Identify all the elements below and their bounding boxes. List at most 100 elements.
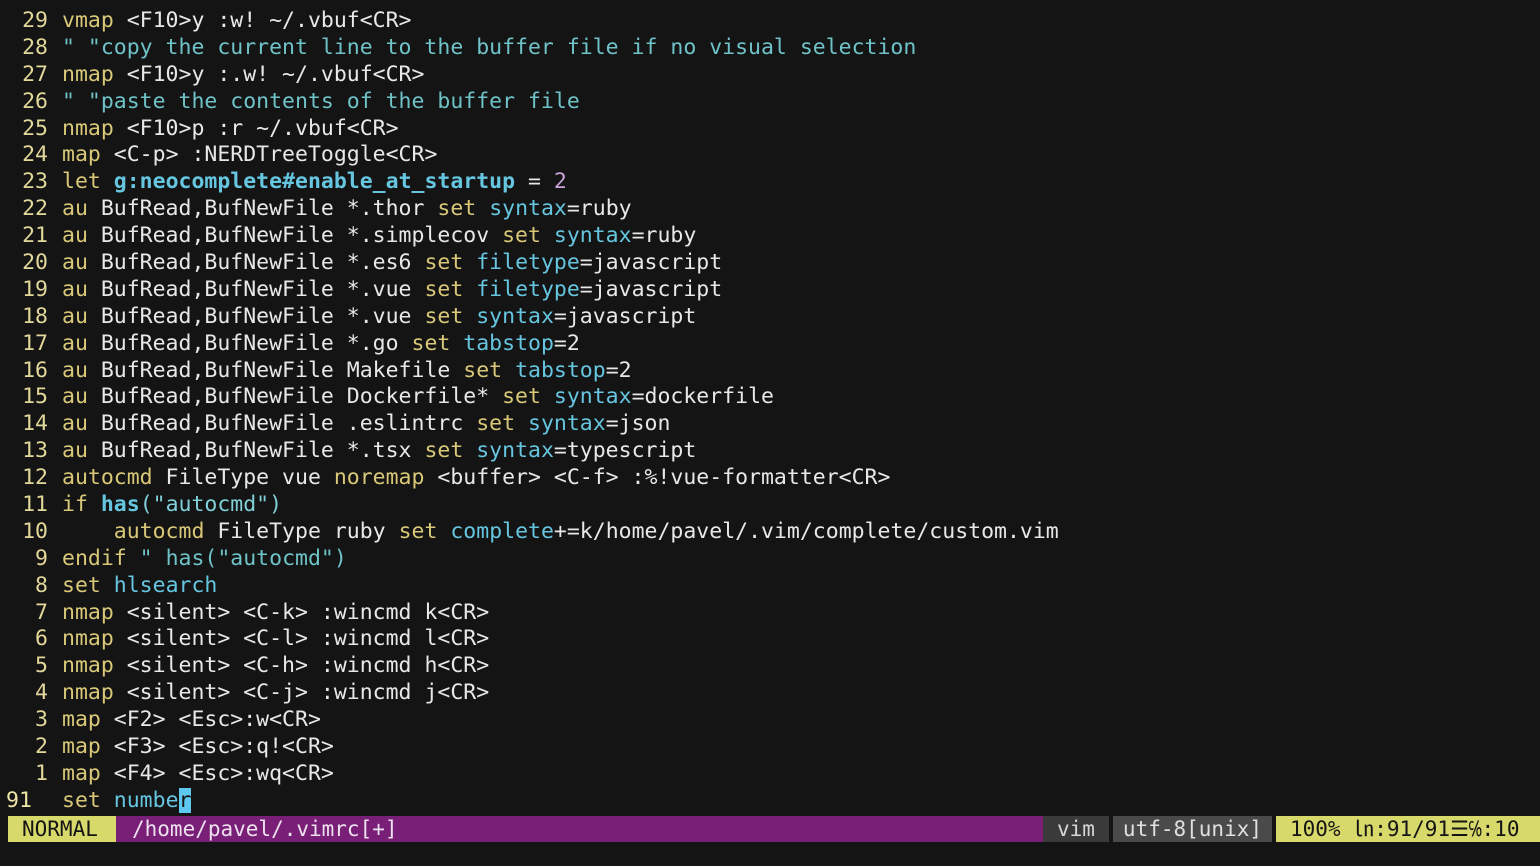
- code-token: BufRead,BufNewFile *.es6: [87, 250, 425, 276]
- code-token: au: [62, 196, 88, 222]
- code-token: set: [424, 438, 464, 464]
- code-line[interactable]: 22 au BufRead,BufNewFile *.thor set synta…: [0, 196, 1540, 223]
- code-line[interactable]: 4 nmap <silent> <C-j> :wincmd j<CR>: [0, 680, 1540, 707]
- code-line[interactable]: 18 au BufRead,BufNewFile *.vue set syntax…: [0, 304, 1540, 331]
- line-text: autocmd FileType vue noremap <buffer> <C…: [62, 465, 890, 492]
- code-line[interactable]: 3 map <F2> <Esc>:w<CR>: [0, 707, 1540, 734]
- code-line[interactable]: 7 nmap <silent> <C-k> :wincmd k<CR>: [0, 600, 1540, 627]
- code-line[interactable]: 28 " "copy the current line to the buffer…: [0, 35, 1540, 62]
- cursor-position: 100% ㏑:91/91☰℅:10: [1276, 816, 1540, 842]
- text-cursor: r: [178, 787, 192, 813]
- code-line[interactable]: 16 au BufRead,BufNewFile Makefile set tab…: [0, 358, 1540, 385]
- code-token: <silent> <C-k> :wincmd k<CR>: [113, 599, 490, 625]
- line-text: set number: [62, 787, 192, 815]
- code-line[interactable]: 19 au BufRead,BufNewFile *.vue set filety…: [0, 277, 1540, 304]
- line-number: 12: [22, 465, 48, 491]
- code-token: <F10>y :w! ~/.vbuf<CR>: [113, 8, 412, 33]
- line-number: 8: [35, 572, 48, 598]
- code-token: " "copy the current line to the buffer f…: [62, 34, 917, 60]
- code-token: complete: [450, 518, 554, 544]
- code-token: syntax: [489, 196, 567, 222]
- code-line[interactable]: 27 nmap <F10>y :.w! ~/.vbuf<CR>: [0, 62, 1540, 89]
- code-token: set: [463, 357, 503, 383]
- line-text: map <C-p> :NERDTreeToggle<CR>: [62, 142, 437, 169]
- code-line[interactable]: 24 map <C-p> :NERDTreeToggle<CR>: [0, 142, 1540, 169]
- code-line[interactable]: 17 au BufRead,BufNewFile *.go set tabstop…: [0, 331, 1540, 358]
- code-token: <silent> <C-l> :wincmd l<CR>: [113, 626, 490, 652]
- code-line[interactable]: 11 if has("autocmd"): [0, 492, 1540, 519]
- line-number: 4: [35, 680, 48, 706]
- line-number: 2: [35, 734, 48, 760]
- code-line[interactable]: 15 au BufRead,BufNewFile Dockerfile* set …: [0, 384, 1540, 411]
- code-token: map: [62, 707, 101, 733]
- code-token: set: [424, 276, 464, 302]
- code-token: vmap: [62, 8, 114, 33]
- code-token: set: [411, 330, 451, 356]
- code-token: <F10>y :.w! ~/.vbuf<CR>: [113, 61, 425, 87]
- code-token: set: [424, 303, 464, 329]
- encoding-indicator: utf-8[unix]: [1112, 816, 1272, 842]
- code-token: <C-p> :NERDTreeToggle<CR>: [100, 142, 438, 168]
- status-line: NORMAL /home/pavel/.vimrc[+] vim utf-8[u…: [8, 816, 1540, 842]
- line-number: 5: [35, 653, 48, 679]
- code-token: set: [62, 572, 101, 598]
- code-token: =2: [605, 357, 632, 383]
- code-line[interactable]: 29 vmap <F10>y :w! ~/.vbuf<CR>: [0, 8, 1540, 35]
- code-line[interactable]: 13 au BufRead,BufNewFile *.tsx set syntax…: [0, 438, 1540, 465]
- code-token: BufRead,BufNewFile *.vue: [87, 276, 425, 302]
- code-token: au: [62, 303, 88, 329]
- code-token: set: [502, 223, 541, 249]
- code-token: au: [62, 223, 88, 249]
- code-line[interactable]: 26 " "paste the contents of the buffer fi…: [0, 89, 1540, 116]
- editor-buffer[interactable]: 29 vmap <F10>y :w! ~/.vbuf<CR> 28 " "copy t…: [0, 8, 1540, 815]
- code-token: syntax: [476, 438, 554, 464]
- code-token: set: [502, 384, 541, 410]
- code-token: =2: [553, 330, 580, 356]
- line-text: au BufRead,BufNewFile *.simplecov set sy…: [62, 223, 696, 250]
- code-token: " has("autocmd"): [126, 545, 347, 571]
- code-token: syntax: [528, 411, 606, 437]
- line-text: au BufRead,BufNewFile .eslintrc set synt…: [62, 411, 670, 438]
- code-line[interactable]: 5 nmap <silent> <C-h> :wincmd h<CR>: [0, 653, 1540, 680]
- code-line[interactable]: 9 endif " has("autocmd"): [0, 546, 1540, 573]
- code-token: <F10>p :r ~/.vbuf<CR>: [113, 115, 399, 141]
- code-token: <silent> <C-h> :wincmd h<CR>: [113, 653, 490, 679]
- code-token: BufRead,BufNewFile Makefile: [87, 357, 464, 383]
- line-text: au BufRead,BufNewFile *.tsx set syntax=t…: [62, 438, 696, 465]
- code-line[interactable]: 2 map <F3> <Esc>:q!<CR>: [0, 734, 1540, 761]
- line-number: 15: [22, 384, 48, 410]
- line-text: au BufRead,BufNewFile Makefile set tabst…: [62, 358, 632, 385]
- line-number: 26: [22, 88, 48, 114]
- code-token: au: [62, 330, 88, 356]
- code-token: <F3> <Esc>:q!<CR>: [100, 734, 334, 760]
- current-line[interactable]: 91 set number: [0, 787, 1540, 815]
- line-number: 91: [6, 787, 32, 813]
- code-line[interactable]: 12 autocmd FileType vue noremap <buffer> …: [0, 465, 1540, 492]
- code-line[interactable]: 1 map <F4> <Esc>:wq<CR>: [0, 761, 1540, 788]
- code-line[interactable]: 25 nmap <F10>p :r ~/.vbuf<CR>: [0, 116, 1540, 143]
- code-token: set: [62, 787, 101, 813]
- code-line[interactable]: 21 au BufRead,BufNewFile *.simplecov set …: [0, 223, 1540, 250]
- line-text: au BufRead,BufNewFile *.es6 set filetype…: [62, 250, 722, 277]
- code-token: autocmd: [62, 465, 153, 491]
- line-text: set hlsearch: [62, 573, 217, 600]
- code-line[interactable]: 8 set hlsearch: [0, 573, 1540, 600]
- code-line[interactable]: 14 au BufRead,BufNewFile .eslintrc set sy…: [0, 411, 1540, 438]
- code-line[interactable]: 10 autocmd FileType ruby set complete+=k…: [0, 519, 1540, 546]
- line-text: autocmd FileType ruby set complete+=k/ho…: [62, 519, 1059, 546]
- code-line[interactable]: 6 nmap <silent> <C-l> :wincmd l<CR>: [0, 626, 1540, 653]
- line-text: endif " has("autocmd"): [62, 546, 347, 573]
- code-line[interactable]: 20 au BufRead,BufNewFile *.es6 set filety…: [0, 250, 1540, 277]
- code-token: <F2> <Esc>:w<CR>: [100, 707, 321, 733]
- code-line[interactable]: 23 let g:neocomplete#enable_at_startup = …: [0, 169, 1540, 196]
- code-token: endif: [62, 545, 127, 571]
- code-token: BufRead,BufNewFile *.go: [87, 330, 412, 356]
